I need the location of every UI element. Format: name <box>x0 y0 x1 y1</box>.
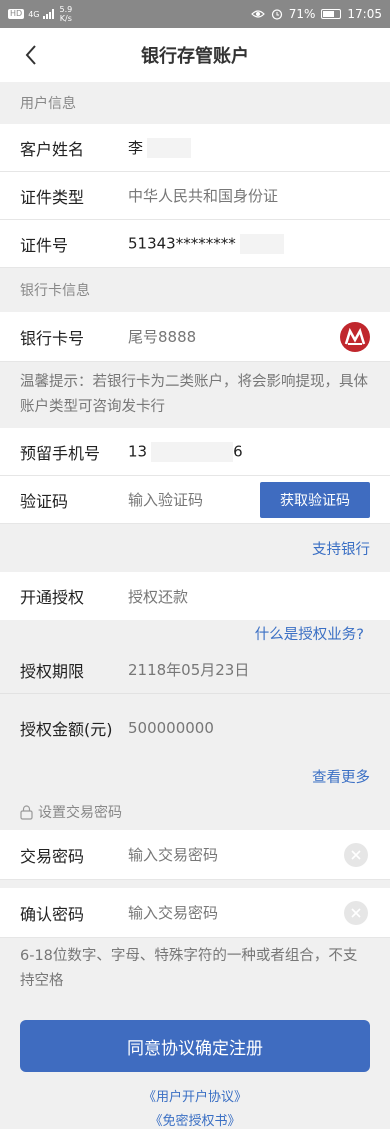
masked-area <box>151 441 234 462</box>
id-type-row: 证件类型 中华人民共和国身份证 <box>0 172 390 220</box>
verify-code-label: 验证码 <box>20 491 69 511</box>
customer-name-value: 李 <box>128 137 192 159</box>
see-more-row: 查看更多 <box>0 760 390 792</box>
signal-icon <box>43 9 55 19</box>
trade-password-row: 交易密码 输入交易密码 <box>0 830 390 880</box>
verify-code-row: 验证码 输入验证码 获取验证码 <box>0 476 390 524</box>
nav-bar: 银行存管账户 <box>0 28 390 82</box>
eye-icon <box>250 10 265 18</box>
open-auth-label: 开通授权 <box>20 588 85 607</box>
agree-and-register-button[interactable]: 同意协议确定注册 <box>20 1020 370 1072</box>
close-icon <box>351 907 361 918</box>
id-number-value: 51343******** <box>128 233 284 254</box>
bank-card-label: 银行卡号 <box>20 328 85 348</box>
hd-indicator: HD <box>8 9 25 19</box>
auth-period-row: 授权期限 2118年05月23日 <box>0 646 390 694</box>
trade-password-label: 交易密码 <box>20 846 85 866</box>
masked-area <box>239 233 284 254</box>
chevron-left-icon <box>25 45 36 65</box>
reserved-phone-label: 预留手机号 <box>20 443 101 463</box>
close-icon <box>351 849 361 860</box>
section-header-label: 设置交易密码 <box>38 805 122 821</box>
id-number-row: 证件号 51343******** <box>0 220 390 268</box>
section-header-user-info: 用户信息 <box>0 82 390 124</box>
id-number-label: 证件号 <box>20 235 69 255</box>
bank-logo-icon <box>340 321 370 352</box>
reserved-phone-value: 13 6 <box>128 441 243 462</box>
auth-amount-row: 授权金额(元) 500000000 <box>0 704 390 752</box>
back-button[interactable] <box>16 38 46 72</box>
user-agreement-link[interactable]: 《用户开户协议》 <box>0 1086 390 1105</box>
id-type-label: 证件类型 <box>20 187 85 207</box>
alarm-icon <box>271 9 282 20</box>
page-title: 银行存管账户 <box>141 46 249 67</box>
battery-percent: 71% <box>288 7 316 21</box>
auth-amount-label: 授权金额(元) <box>20 720 113 739</box>
trade-password-input[interactable]: 输入交易密码 <box>128 844 218 865</box>
what-is-auth-row: 什么是授权业务? <box>0 620 390 646</box>
auth-period-value: 2118年05月23日 <box>128 661 250 679</box>
section-header-bank-card: 银行卡信息 <box>0 268 390 312</box>
status-bar: HD 4G 5.9 K/s 71% 17:05 <box>0 0 390 28</box>
see-more-link[interactable]: 查看更多 <box>312 766 370 787</box>
get-code-button[interactable]: 获取验证码 <box>260 481 370 518</box>
confirm-password-label: 确认密码 <box>20 904 85 924</box>
what-is-auth-link[interactable]: 什么是授权业务? <box>255 623 364 644</box>
bank-card-value: 尾号8888 <box>128 328 197 346</box>
clear-password-button[interactable] <box>344 842 368 867</box>
lock-icon <box>20 804 33 820</box>
id-type-value: 中华人民共和国身份证 <box>128 187 279 205</box>
support-bank-link[interactable]: 支持银行 <box>312 538 370 559</box>
bank-card-tip: 温馨提示：若银行卡为二类账户，将会影响提现，具体账户类型可咨询发卡行 <box>0 370 390 426</box>
customer-name-label: 客户姓名 <box>20 139 85 159</box>
verify-code-input[interactable]: 输入验证码 <box>128 489 203 510</box>
open-auth-row: 开通授权 授权还款 <box>0 572 390 620</box>
signal-type: 4G <box>28 9 40 19</box>
auth-amount-value: 500000000 <box>128 719 214 737</box>
battery-icon <box>321 9 342 19</box>
password-rule-text: 6-18位数字、字母、特殊字符的一种或者组合，不支持空格 <box>0 944 390 998</box>
bank-card-row[interactable]: 银行卡号 尾号8888 <box>0 312 390 362</box>
auth-period-label: 授权期限 <box>20 661 85 681</box>
network-speed: 5.9 K/s <box>59 5 73 23</box>
confirm-password-row: 确认密码 输入交易密码 <box>0 888 390 938</box>
clear-confirm-button[interactable] <box>344 900 368 925</box>
masked-area <box>147 138 192 159</box>
customer-name-row: 客户姓名 李 <box>0 124 390 172</box>
section-header-trade-password: 设置交易密码 <box>0 794 390 830</box>
reserved-phone-row: 预留手机号 13 6 <box>0 428 390 476</box>
confirm-password-input[interactable]: 输入交易密码 <box>128 902 218 923</box>
open-auth-value: 授权还款 <box>128 587 189 606</box>
support-bank-row: 支持银行 <box>0 524 390 572</box>
auth-letter-link[interactable]: 《免密授权书》 <box>0 1110 390 1129</box>
clock: 17:05 <box>347 7 382 21</box>
